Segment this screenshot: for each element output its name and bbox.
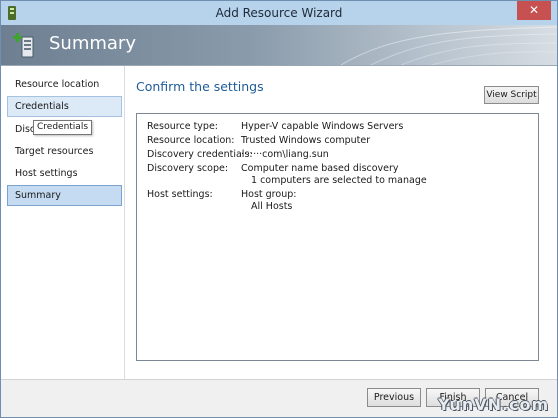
nav-item-host-settings[interactable]: Host settings — [7, 163, 122, 184]
wizard-nav: Resource location Credentials Disco Targ… — [1, 66, 125, 379]
section-heading: Confirm the settings — [136, 79, 264, 94]
wizard-header: Summary — [1, 25, 557, 65]
resource-type-label: Resource type: — [147, 121, 219, 132]
close-button[interactable]: ✕ — [517, 1, 551, 20]
discovery-credentials-label: Discovery credentials: — [147, 149, 253, 160]
page-title: Summary — [49, 33, 136, 54]
summary-box: Resource type: Hyper-V capable Windows S… — [136, 113, 539, 361]
credentials-tooltip: Credentials — [33, 120, 93, 135]
content-panel: Confirm the settings View Script Resourc… — [125, 66, 557, 379]
window-title: Add Resource Wizard — [215, 6, 343, 20]
nav-item-target-resources[interactable]: Target resources — [7, 141, 122, 162]
resource-type-value: Hyper-V capable Windows Servers — [241, 121, 404, 132]
previous-button[interactable]: Previous — [367, 388, 421, 407]
wizard-window: Add Resource Wizard ✕ Summary Resource l… — [0, 0, 558, 418]
host-settings-detail: All Hosts — [251, 201, 293, 212]
discovery-scope-detail: 1 computers are selected to manage — [251, 175, 427, 186]
discovery-credentials-value: ·······com\liang.sun — [241, 149, 329, 160]
header-decoration — [340, 26, 557, 65]
host-settings-value: Host group: — [241, 189, 297, 200]
resource-location-label: Resource location: — [147, 135, 235, 146]
nav-item-resource-location[interactable]: Resource location — [7, 74, 122, 95]
nav-item-credentials[interactable]: Credentials — [7, 96, 122, 117]
watermark: YunVN.com — [438, 395, 550, 414]
host-settings-label: Host settings: — [147, 189, 213, 200]
discovery-scope-value: Computer name based discovery — [241, 163, 399, 174]
view-script-button[interactable]: View Script — [484, 86, 539, 104]
title-bar[interactable]: Add Resource Wizard ✕ — [1, 1, 557, 25]
nav-item-summary[interactable]: Summary — [7, 185, 122, 206]
resource-location-value: Trusted Windows computer — [241, 135, 371, 146]
server-add-icon — [13, 33, 34, 58]
discovery-scope-label: Discovery scope: — [147, 163, 229, 174]
